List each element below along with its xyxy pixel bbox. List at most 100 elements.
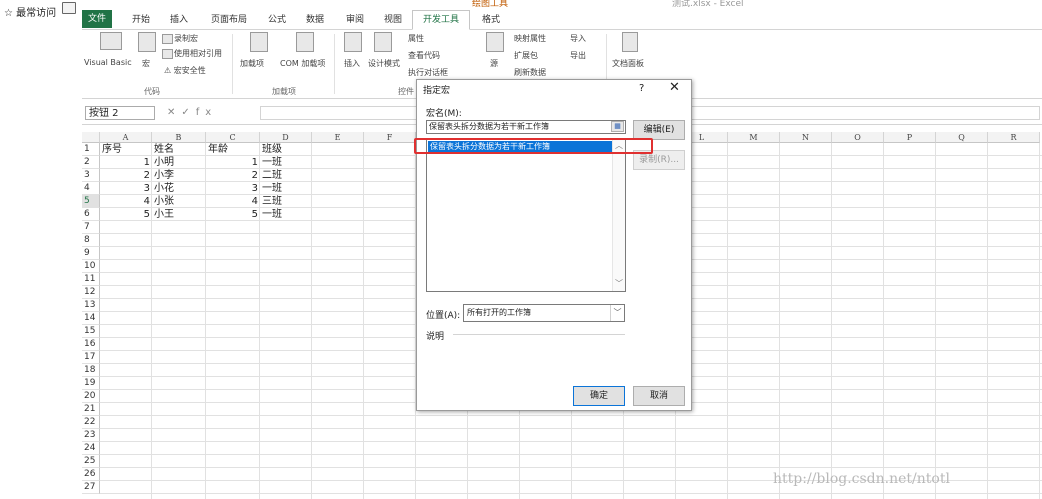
row-header-1[interactable]: 1	[82, 143, 100, 156]
scroll-down-icon[interactable]: ﹀	[615, 278, 623, 289]
row-header-19[interactable]: 19	[82, 377, 100, 390]
cell[interactable]: 3	[206, 182, 258, 195]
cell[interactable]: 1	[206, 156, 258, 169]
cell[interactable]: 三班	[262, 195, 282, 208]
column-header-a[interactable]: A	[100, 132, 152, 143]
insert-control-button[interactable]: 插入	[344, 58, 360, 69]
column-header-r[interactable]: R	[988, 132, 1040, 143]
row-header-18[interactable]: 18	[82, 364, 100, 377]
tab-view[interactable]: 视图	[380, 12, 406, 28]
cell[interactable]: 小王	[154, 208, 174, 221]
range-picker-icon[interactable]: ▦	[611, 121, 624, 132]
column-header-p[interactable]: P	[884, 132, 936, 143]
relative-ref-button[interactable]: 使用相对引用	[174, 48, 222, 59]
addins-button[interactable]: 加载项	[240, 58, 264, 69]
import-button[interactable]: 导入	[570, 33, 586, 44]
properties-button[interactable]: 属性	[408, 33, 424, 44]
quick-access-item[interactable]: ☆ 最常访问	[4, 4, 56, 19]
cell[interactable]: 5	[100, 208, 150, 221]
cell[interactable]: 二班	[262, 169, 282, 182]
row-header-14[interactable]: 14	[82, 312, 100, 325]
expansion-packs-button[interactable]: 扩展包	[514, 50, 538, 61]
macro-security-button[interactable]: ⚠ 宏安全性	[164, 65, 206, 76]
row-header-22[interactable]: 22	[82, 416, 100, 429]
tab-format[interactable]: 格式	[478, 12, 504, 28]
cell[interactable]: 班级	[262, 143, 282, 156]
cell[interactable]: 小张	[154, 195, 174, 208]
cell[interactable]: 一班	[262, 182, 282, 195]
cell[interactable]: 一班	[262, 208, 282, 221]
tab-developer[interactable]: 开发工具	[412, 10, 470, 30]
record-macro-button[interactable]: 录制宏	[174, 33, 198, 44]
column-header-d[interactable]: D	[260, 132, 312, 143]
row-header-10[interactable]: 10	[82, 260, 100, 273]
close-icon[interactable]: ✕	[669, 80, 680, 95]
refresh-data-button[interactable]: 刷新数据	[514, 67, 546, 78]
row-header-7[interactable]: 7	[82, 221, 100, 234]
document-panel-button[interactable]: 文档面板	[612, 58, 644, 69]
ok-button[interactable]: 确定	[573, 386, 625, 406]
row-header-27[interactable]: 27	[82, 481, 100, 494]
cell[interactable]: 小李	[154, 169, 174, 182]
column-header-o[interactable]: O	[832, 132, 884, 143]
tab-page-layout[interactable]: 页面布局	[206, 12, 252, 28]
row-header-16[interactable]: 16	[82, 338, 100, 351]
row-header-4[interactable]: 4	[82, 182, 100, 195]
column-header-c[interactable]: C	[206, 132, 260, 143]
row-header-15[interactable]: 15	[82, 325, 100, 338]
cell[interactable]: 1	[100, 156, 150, 169]
cell[interactable]: 2	[100, 169, 150, 182]
list-scrollbar[interactable]: ︿ ﹀	[612, 139, 625, 291]
column-header-f[interactable]: F	[364, 132, 416, 143]
visual-basic-button[interactable]: Visual Basic	[84, 58, 132, 67]
cell[interactable]: 2	[206, 169, 258, 182]
edit-button[interactable]: 编辑(E)	[633, 120, 685, 140]
row-header-3[interactable]: 3	[82, 169, 100, 182]
macros-button[interactable]: 宏	[142, 58, 150, 69]
column-header-n[interactable]: N	[780, 132, 832, 143]
cell[interactable]: 小花	[154, 182, 174, 195]
check-icon[interactable]: ✓	[181, 107, 195, 118]
tab-file[interactable]: 文件	[82, 10, 112, 28]
chevron-down-icon[interactable]: ﹀	[610, 305, 624, 321]
column-header-e[interactable]: E	[312, 132, 364, 143]
tab-home[interactable]: 开始	[128, 12, 154, 28]
row-header-20[interactable]: 20	[82, 390, 100, 403]
row-header-23[interactable]: 23	[82, 429, 100, 442]
tab-formulas[interactable]: 公式	[264, 12, 290, 28]
fx-icon[interactable]: fx	[196, 107, 217, 118]
cell[interactable]: 姓名	[154, 143, 174, 156]
row-header-17[interactable]: 17	[82, 351, 100, 364]
row-header-9[interactable]: 9	[82, 247, 100, 260]
row-header-21[interactable]: 21	[82, 403, 100, 416]
export-button[interactable]: 导出	[570, 50, 586, 61]
row-header-5[interactable]: 5	[82, 195, 100, 208]
row-header-25[interactable]: 25	[82, 455, 100, 468]
map-properties-button[interactable]: 映射属性	[514, 33, 546, 44]
cell[interactable]: 一班	[262, 156, 282, 169]
cell[interactable]: 3	[100, 182, 150, 195]
row-header-12[interactable]: 12	[82, 286, 100, 299]
cell[interactable]: 5	[206, 208, 258, 221]
design-mode-button[interactable]: 设计模式	[368, 58, 400, 69]
row-header-11[interactable]: 11	[82, 273, 100, 286]
run-dialog-button[interactable]: 执行对话框	[408, 67, 448, 78]
cell[interactable]: 小明	[154, 156, 174, 169]
row-header-8[interactable]: 8	[82, 234, 100, 247]
cell[interactable]: 4	[100, 195, 150, 208]
tab-review[interactable]: 审阅	[342, 12, 368, 28]
row-header-13[interactable]: 13	[82, 299, 100, 312]
tab-insert[interactable]: 插入	[166, 12, 192, 28]
view-code-button[interactable]: 查看代码	[408, 50, 440, 61]
cancel-icon[interactable]: ✕	[167, 107, 181, 118]
cell[interactable]: 序号	[102, 143, 122, 156]
row-header-26[interactable]: 26	[82, 468, 100, 481]
cancel-button[interactable]: 取消	[633, 386, 685, 406]
cell[interactable]: 年龄	[208, 143, 228, 156]
macro-name-input[interactable]: 保留表头拆分数据为若干新工作簿	[426, 120, 626, 134]
row-header-6[interactable]: 6	[82, 208, 100, 221]
name-box[interactable]: 按钮 2	[85, 106, 155, 120]
tab-data[interactable]: 数据	[302, 12, 328, 28]
com-addins-button[interactable]: COM 加载项	[280, 58, 325, 69]
row-header-24[interactable]: 24	[82, 442, 100, 455]
